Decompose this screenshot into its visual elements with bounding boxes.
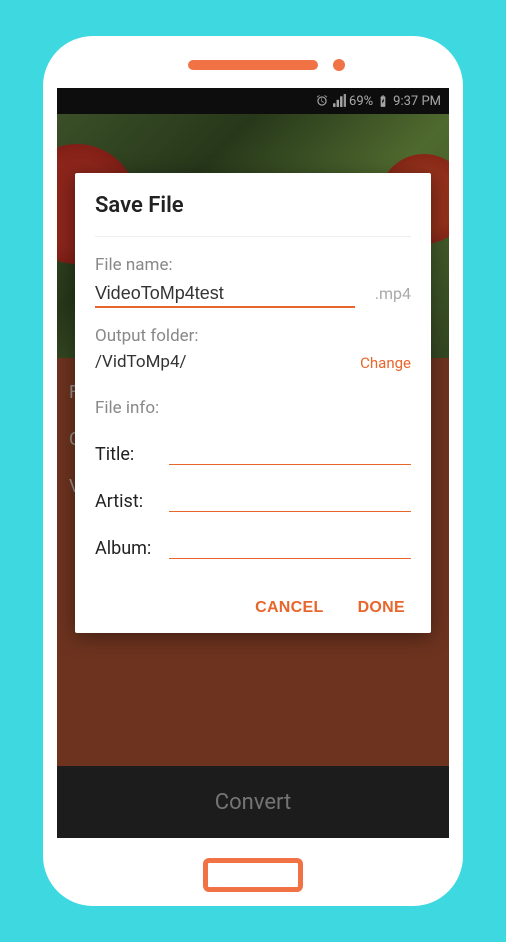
home-button[interactable] (203, 858, 303, 892)
album-input[interactable] (169, 536, 411, 559)
artist-label: Artist: (95, 491, 151, 512)
album-label: Album: (95, 538, 151, 559)
title-label: Title: (95, 444, 151, 465)
app-screen: 69% 9:37 PM Fi C Vi Convert Save File Fi… (57, 88, 449, 838)
cancel-button[interactable]: CANCEL (255, 599, 323, 617)
change-folder-button[interactable]: Change (360, 354, 411, 372)
title-input[interactable] (169, 442, 411, 465)
output-folder-path: /VidToMp4/ (95, 352, 348, 372)
phone-camera (333, 59, 345, 71)
dialog-title: Save File (95, 193, 411, 237)
phone-frame: 69% 9:37 PM Fi C Vi Convert Save File Fi… (43, 36, 463, 906)
output-folder-label: Output folder: (95, 326, 348, 346)
file-name-label: File name: (95, 255, 411, 275)
artist-input[interactable] (169, 489, 411, 512)
save-file-dialog: Save File File name: .mp4 Output folder:… (75, 173, 431, 633)
done-button[interactable]: DONE (358, 599, 405, 617)
phone-speaker (188, 60, 318, 70)
file-info-label: File info: (95, 398, 411, 418)
file-name-input[interactable] (95, 281, 355, 308)
file-extension: .mp4 (375, 284, 411, 303)
